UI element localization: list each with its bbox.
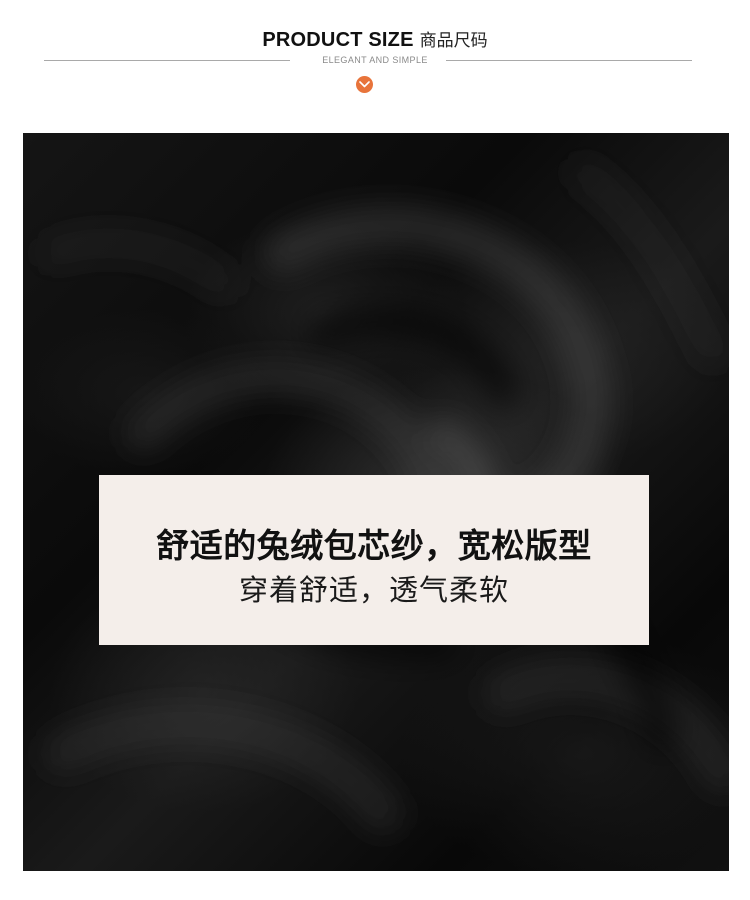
chevron-down-icon: [356, 76, 373, 93]
caption-subline: 穿着舒适，透气柔软: [238, 573, 509, 607]
section-title: PRODUCT SIZE 商品尺码: [0, 26, 750, 52]
feature-caption-box: 舒适的兔绒包芯纱，宽松版型 穿着舒适，透气柔软: [99, 475, 649, 645]
caption-headline: 舒适的兔绒包芯纱，宽松版型: [156, 526, 592, 565]
section-subtitle: ELEGANT AND SIMPLE: [322, 55, 428, 65]
section-header: PRODUCT SIZE 商品尺码 ELEGANT AND SIMPLE: [0, 0, 750, 130]
section-title-english: PRODUCT SIZE: [262, 29, 414, 51]
section-title-chinese: 商品尺码: [419, 31, 488, 51]
